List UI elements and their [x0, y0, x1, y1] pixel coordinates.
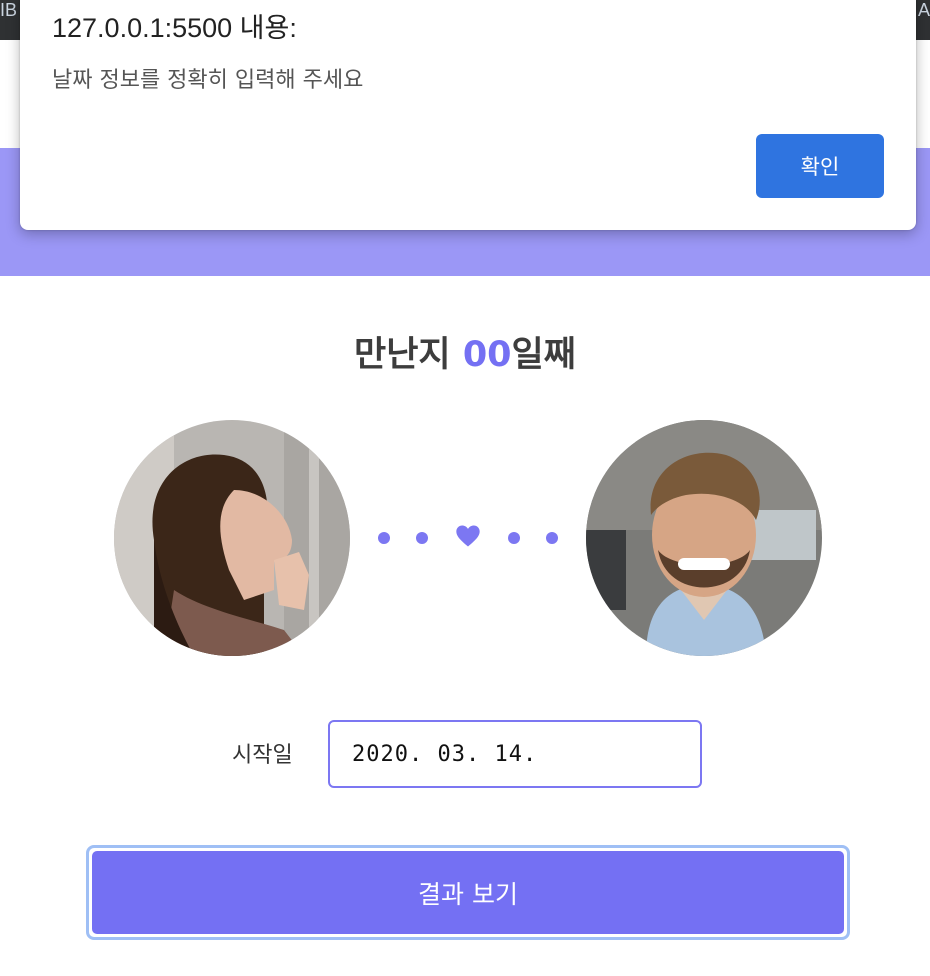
heart-icon [456, 525, 480, 547]
alert-dialog: 127.0.0.1:5500 내용: 날짜 정보를 정확히 입력해 주세요 확인 [20, 0, 916, 230]
day-count: 00 [462, 335, 512, 375]
woman-photo-icon [114, 420, 350, 656]
title-prefix: 만난지 [354, 335, 463, 375]
dialog-message: 날짜 정보를 정확히 입력해 주세요 [52, 68, 364, 93]
bookmark-text-right[interactable]: A [918, 0, 930, 21]
title-suffix: 일째 [511, 335, 576, 375]
start-date-label: 시작일 [232, 743, 293, 768]
connector-dot [508, 532, 520, 544]
connector-dot [416, 532, 428, 544]
connector-dot [378, 532, 390, 544]
right-avatar [586, 420, 822, 656]
dialog-ok-button[interactable]: 확인 [756, 134, 884, 198]
start-date-value: 2020. 03. 14. [352, 741, 538, 767]
dialog-title: 127.0.0.1:5500 내용: [52, 13, 297, 43]
page-title: 만난지 00일째 [0, 326, 930, 377]
man-photo-icon [586, 420, 822, 656]
result-button[interactable]: 결과 보기 [92, 851, 844, 934]
connector-dot [546, 532, 558, 544]
left-avatar [114, 420, 350, 656]
bookmark-text-left[interactable]: IB [0, 0, 17, 21]
start-date-input[interactable]: 2020. 03. 14. [328, 720, 702, 788]
